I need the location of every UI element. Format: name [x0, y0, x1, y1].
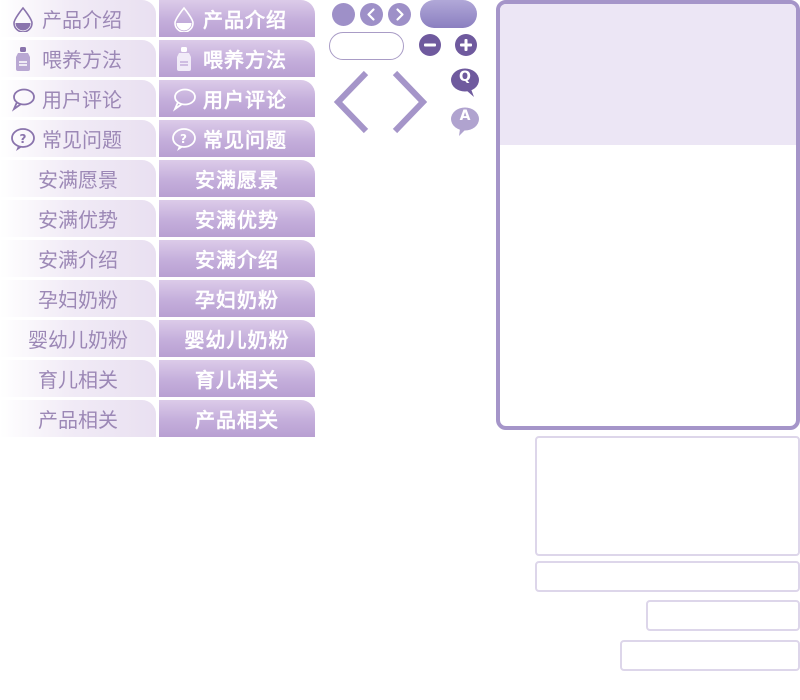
nav-item-product-intro[interactable]: 产品介绍	[0, 0, 156, 37]
message-textarea[interactable]	[535, 436, 800, 556]
nav-item-faq-hover[interactable]: ? 常见问题	[159, 120, 315, 157]
nav-item-reviews-hover[interactable]: 用户评论	[159, 80, 315, 117]
nav-item-maternal-formula-hover[interactable]: 孕妇奶粉	[159, 280, 315, 317]
nav-item-infant-formula[interactable]: 婴幼儿奶粉	[0, 320, 156, 357]
drop-icon	[13, 6, 33, 32]
chevron-right-icon	[396, 8, 404, 21]
text-field-medium[interactable]	[620, 640, 800, 671]
text-field-wide[interactable]	[535, 561, 800, 592]
nav-item-label: 安满优势	[195, 208, 279, 232]
prev-button[interactable]	[360, 3, 383, 26]
chat-bubble-icon	[172, 88, 196, 112]
large-chevron-right-icon[interactable]	[389, 70, 429, 134]
nav-item-label: 喂养方法	[203, 48, 287, 72]
nav-item-label: 产品相关	[195, 408, 279, 432]
nav-item-label: 安满介绍	[195, 248, 279, 272]
nav-item-about-hover[interactable]: 安满介绍	[159, 240, 315, 277]
nav-item-product-related-hover[interactable]: 产品相关	[159, 400, 315, 437]
text-field-short[interactable]	[646, 600, 800, 631]
question-badge: Q	[450, 68, 480, 98]
nav-item-label: 孕妇奶粉	[195, 288, 279, 312]
nav-item-about[interactable]: 安满介绍	[0, 240, 156, 277]
answer-badge: A	[450, 107, 480, 137]
nav-item-feeding-hover[interactable]: 喂养方法	[159, 40, 315, 77]
nav-item-product-related[interactable]: 产品相关	[0, 400, 156, 437]
nav-item-label: 孕妇奶粉	[38, 288, 118, 312]
nav-item-label: 婴幼儿奶粉	[28, 328, 128, 352]
question-icon: ?	[172, 127, 196, 151]
nav-item-advantages[interactable]: 安满优势	[0, 200, 156, 237]
nav-item-feeding[interactable]: 喂养方法	[0, 40, 156, 77]
plus-button[interactable]	[455, 34, 477, 56]
bottle-icon	[177, 46, 191, 71]
minus-icon	[424, 43, 436, 47]
plus-icon	[460, 39, 472, 51]
quantity-input[interactable]	[329, 32, 404, 60]
nav-item-label: 产品介绍	[203, 8, 287, 32]
chat-bubble-icon	[11, 88, 35, 112]
drop-icon	[174, 6, 194, 32]
nav-item-label: 产品相关	[38, 408, 118, 432]
nav-item-faq[interactable]: ? 常见问题	[0, 120, 156, 157]
minus-button[interactable]	[419, 34, 441, 56]
svg-text:?: ?	[180, 132, 188, 146]
large-chevron-left-icon[interactable]	[332, 70, 372, 134]
nav-item-product-intro-hover[interactable]: 产品介绍	[159, 0, 315, 37]
nav-item-label: 喂养方法	[42, 48, 122, 72]
nav-item-parenting-hover[interactable]: 育儿相关	[159, 360, 315, 397]
bottle-icon	[16, 46, 30, 71]
svg-text:?: ?	[20, 132, 27, 146]
nav-item-vision[interactable]: 安满愿景	[0, 160, 156, 197]
question-icon: ?	[11, 127, 35, 151]
dialog-panel-header	[500, 4, 796, 145]
nav-item-label: 用户评论	[42, 88, 122, 112]
nav-item-label: 婴幼儿奶粉	[184, 328, 290, 352]
nav-item-label: 常见问题	[42, 128, 122, 152]
nav-item-parenting[interactable]: 育儿相关	[0, 360, 156, 397]
nav-item-label: 产品介绍	[42, 8, 122, 32]
next-button[interactable]	[388, 3, 411, 26]
nav-item-maternal-formula[interactable]: 孕妇奶粉	[0, 280, 156, 317]
nav-item-label: 安满优势	[38, 208, 118, 232]
nav-item-label: 常见问题	[203, 128, 287, 152]
dialog-panel	[496, 0, 800, 430]
pill-button[interactable]	[420, 0, 477, 28]
nav-item-vision-hover[interactable]: 安满愿景	[159, 160, 315, 197]
nav-item-label: 安满愿景	[38, 168, 118, 192]
nav-item-label: 育儿相关	[195, 368, 279, 392]
nav-item-label: 安满愿景	[195, 168, 279, 192]
dot-button[interactable]	[332, 3, 355, 26]
a-label: A	[459, 108, 471, 124]
nav-item-label: 安满介绍	[38, 248, 118, 272]
nav-item-infant-formula-hover[interactable]: 婴幼儿奶粉	[159, 320, 315, 357]
nav-item-advantages-hover[interactable]: 安满优势	[159, 200, 315, 237]
q-label: Q	[459, 69, 471, 85]
chevron-left-icon	[367, 8, 375, 21]
nav-item-reviews[interactable]: 用户评论	[0, 80, 156, 117]
nav-item-label: 用户评论	[203, 88, 287, 112]
nav-item-label: 育儿相关	[38, 368, 118, 392]
